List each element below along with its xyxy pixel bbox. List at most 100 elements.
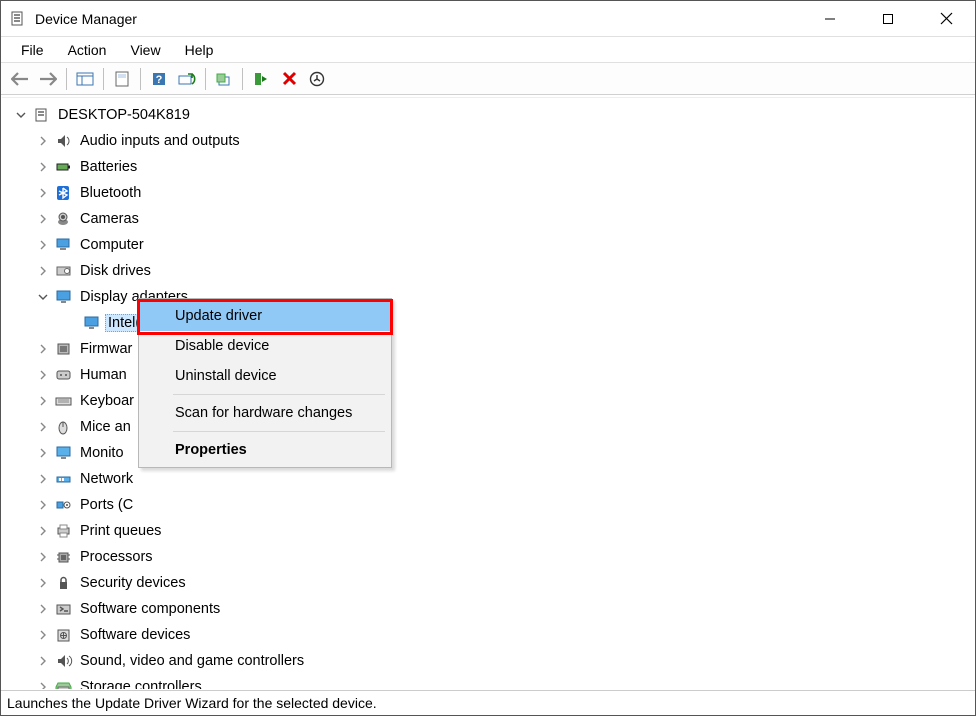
node-label: Firmwar: [80, 341, 132, 357]
node-label: Keyboar: [80, 393, 134, 409]
chevron-right-icon[interactable]: [36, 448, 50, 458]
chevron-right-icon[interactable]: [36, 240, 50, 250]
display-icon: [82, 314, 102, 332]
back-button[interactable]: [7, 66, 33, 92]
toolbar-separator: [103, 68, 104, 90]
chevron-right-icon[interactable]: [36, 344, 50, 354]
chevron-right-icon[interactable]: [36, 214, 50, 224]
help-button[interactable]: ?: [146, 66, 172, 92]
node-label: Disk drives: [80, 263, 151, 279]
menu-view[interactable]: View: [120, 40, 170, 60]
toolbar-separator: [205, 68, 206, 90]
category-node[interactable]: Ports (C: [2, 492, 974, 518]
enable-device-button[interactable]: [248, 66, 274, 92]
firmware-icon: [54, 340, 74, 358]
category-node[interactable]: Bluetooth: [2, 180, 974, 206]
disable-device-button[interactable]: [304, 66, 330, 92]
chevron-right-icon[interactable]: [36, 552, 50, 562]
chevron-right-icon[interactable]: [36, 396, 50, 406]
status-text: Launches the Update Driver Wizard for th…: [7, 695, 377, 711]
category-node[interactable]: Network: [2, 466, 974, 492]
category-node[interactable]: Audio inputs and outputs: [2, 128, 974, 154]
properties-button[interactable]: [109, 66, 135, 92]
category-node[interactable]: Sound, video and game controllers: [2, 648, 974, 674]
swdev-icon: [54, 626, 74, 644]
camera-icon: [54, 210, 74, 228]
category-node[interactable]: Disk drives: [2, 258, 974, 284]
menu-help[interactable]: Help: [175, 40, 224, 60]
context-menu-item[interactable]: Disable device: [139, 331, 391, 361]
status-bar: Launches the Update Driver Wizard for th…: [1, 690, 975, 715]
menu-action[interactable]: Action: [58, 40, 117, 60]
chevron-right-icon[interactable]: [36, 136, 50, 146]
window-title: Device Manager: [35, 11, 801, 27]
category-node[interactable]: Cameras: [2, 206, 974, 232]
app-icon: [9, 10, 27, 28]
context-menu-item[interactable]: Update driver: [139, 301, 391, 331]
forward-button[interactable]: [35, 66, 61, 92]
node-label: Print queues: [80, 523, 161, 539]
titlebar: Device Manager: [1, 1, 975, 37]
node-label: Security devices: [80, 575, 186, 591]
sound-icon: [54, 652, 74, 670]
close-button[interactable]: [917, 1, 975, 36]
chevron-right-icon[interactable]: [36, 500, 50, 510]
category-node[interactable]: Security devices: [2, 570, 974, 596]
node-label: Storage controllers: [80, 679, 202, 689]
swcomp-icon: [54, 600, 74, 618]
chevron-right-icon[interactable]: [36, 188, 50, 198]
node-label: Processors: [80, 549, 153, 565]
category-node[interactable]: Computer: [2, 232, 974, 258]
node-label: Software components: [80, 601, 220, 617]
chevron-right-icon[interactable]: [36, 682, 50, 689]
node-label: Batteries: [80, 159, 137, 175]
chevron-right-icon[interactable]: [36, 578, 50, 588]
chevron-right-icon[interactable]: [36, 656, 50, 666]
chevron-right-icon[interactable]: [36, 604, 50, 614]
menu-file[interactable]: File: [11, 40, 54, 60]
update-driver-toolbar-button[interactable]: [211, 66, 237, 92]
toolbar: ?: [1, 63, 975, 95]
category-node[interactable]: Software components: [2, 596, 974, 622]
category-node[interactable]: Processors: [2, 544, 974, 570]
battery-icon: [54, 158, 74, 176]
disk-icon: [54, 262, 74, 280]
chevron-down-icon[interactable]: [36, 292, 50, 302]
bluetooth-icon: [54, 184, 74, 202]
category-node[interactable]: Print queues: [2, 518, 974, 544]
context-menu-item[interactable]: Properties: [139, 435, 391, 465]
printer-icon: [54, 522, 74, 540]
node-label: Ports (C: [80, 497, 133, 513]
category-node[interactable]: Batteries: [2, 154, 974, 180]
computer-icon: [54, 236, 74, 254]
context-menu-item[interactable]: Scan for hardware changes: [139, 398, 391, 428]
chevron-right-icon[interactable]: [36, 370, 50, 380]
network-icon: [54, 470, 74, 488]
chevron-down-icon[interactable]: [14, 110, 28, 120]
storage-icon: [54, 678, 74, 689]
minimize-button[interactable]: [801, 1, 859, 36]
chevron-right-icon[interactable]: [36, 474, 50, 484]
uninstall-button[interactable]: [276, 66, 302, 92]
root-node[interactable]: DESKTOP-504K819: [2, 102, 974, 128]
chevron-right-icon[interactable]: [36, 266, 50, 276]
context-menu: Update driverDisable deviceUninstall dev…: [138, 298, 392, 468]
node-label: Audio inputs and outputs: [80, 133, 240, 149]
category-node[interactable]: Software devices: [2, 622, 974, 648]
node-label: Software devices: [80, 627, 190, 643]
scan-hardware-button[interactable]: [174, 66, 200, 92]
cpu-icon: [54, 548, 74, 566]
pc-icon: [32, 106, 52, 124]
category-node[interactable]: Storage controllers: [2, 674, 974, 689]
context-menu-item[interactable]: Uninstall device: [139, 361, 391, 391]
node-label: Network: [80, 471, 133, 487]
toolbar-separator: [242, 68, 243, 90]
maximize-button[interactable]: [859, 1, 917, 36]
chevron-right-icon[interactable]: [36, 162, 50, 172]
chevron-right-icon[interactable]: [36, 630, 50, 640]
mouse-icon: [54, 418, 74, 436]
menu-divider: [173, 394, 385, 395]
chevron-right-icon[interactable]: [36, 422, 50, 432]
show-hide-tree-button[interactable]: [72, 66, 98, 92]
chevron-right-icon[interactable]: [36, 526, 50, 536]
